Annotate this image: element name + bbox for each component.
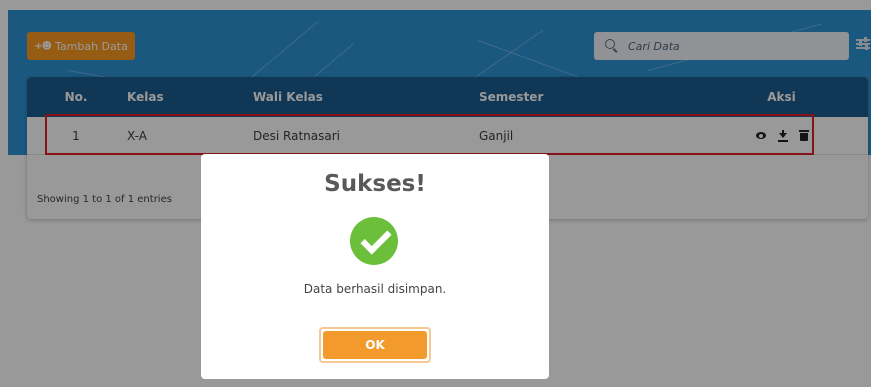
success-dialog: Sukses! Data berhasil disimpan. OK	[201, 154, 549, 379]
ok-button-focus-ring: OK	[319, 327, 431, 363]
check-circle-icon	[350, 217, 398, 265]
dialog-message: Data berhasil disimpan.	[303, 282, 447, 296]
dialog-title: Sukses!	[324, 171, 426, 197]
ok-button[interactable]: OK	[323, 331, 427, 359]
